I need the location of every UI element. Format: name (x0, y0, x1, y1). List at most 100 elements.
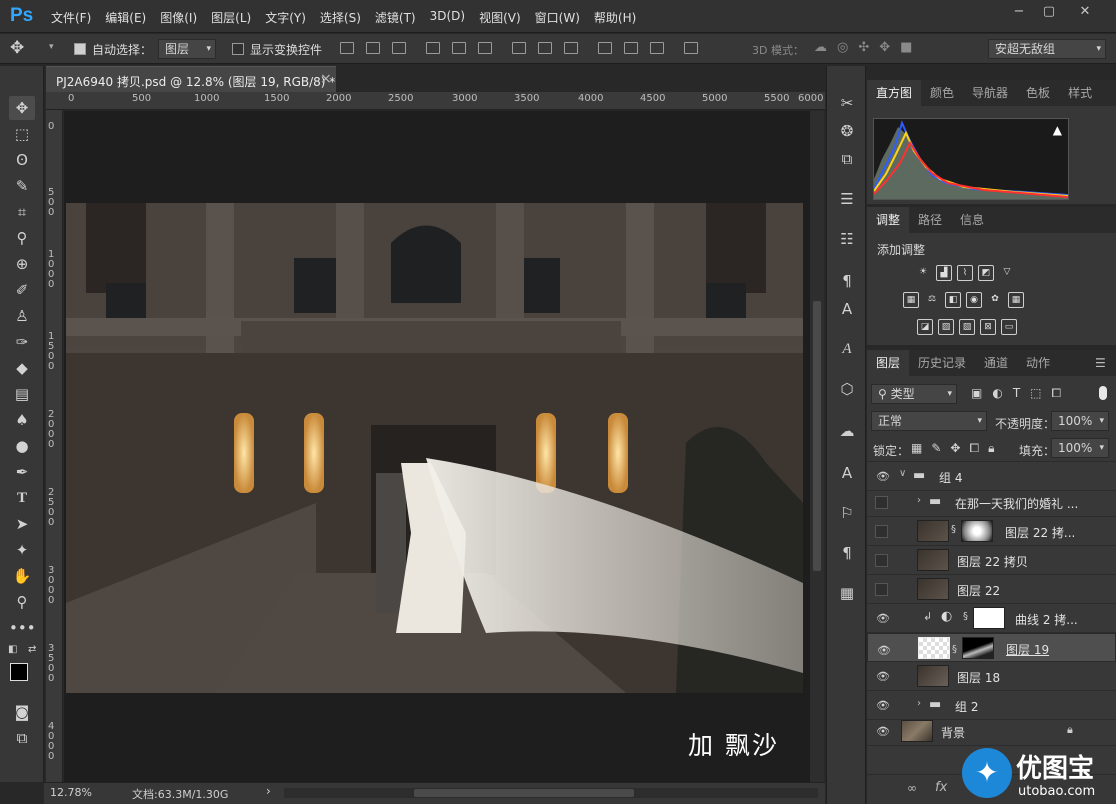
layer-row[interactable]: 👁︎ 图层 18 (867, 662, 1116, 691)
menu-filter[interactable]: 滤镜(T) (368, 9, 423, 26)
layer-style-icon[interactable]: fx (935, 780, 947, 795)
layer-row[interactable]: 👁︎ § 图层 19 (867, 633, 1116, 662)
layer-name[interactable]: 图层 19 (1006, 641, 1049, 659)
panel-menu-icon[interactable]: ☰ (1095, 356, 1106, 370)
layer-name[interactable]: 组 2 (955, 698, 978, 715)
tab-channels[interactable]: 通道 (975, 350, 1017, 376)
layer-row[interactable]: 👁︎ › ▬ 组 2 (867, 691, 1116, 720)
tab-actions[interactable]: 动作 (1017, 350, 1059, 376)
group-collapsed-icon[interactable]: › (917, 698, 921, 709)
photo-filter-icon[interactable]: ◉ (966, 292, 982, 308)
layer-row[interactable]: 👁︎ ↲ ◐ § 曲线 2 拷... (867, 604, 1116, 633)
tab-swatches[interactable]: 色板 (1017, 80, 1059, 106)
workspace-dropdown[interactable]: 安超无敌组 ▾ (988, 39, 1106, 59)
menu-3d[interactable]: 3D(D) (423, 9, 472, 26)
curves-icon[interactable]: ⌇ (957, 265, 973, 281)
layer-row[interactable]: 图层 22 拷贝 (867, 546, 1116, 575)
tool-preset-chevron-icon[interactable]: ▾ (49, 42, 54, 52)
auto-select-checkbox[interactable] (74, 43, 86, 55)
vibrance-icon[interactable]: ▽ (999, 265, 1015, 281)
timeline-icon[interactable]: ⚐ (836, 502, 858, 524)
eyedropper-tool-icon[interactable]: ⚲ (9, 226, 35, 250)
eye-icon[interactable]: 👁︎ (877, 642, 891, 660)
chain-link-icon[interactable]: § (951, 524, 956, 535)
close-tab-icon[interactable]: × (320, 71, 332, 87)
canvas-horizontal-scrollbar[interactable] (284, 788, 818, 798)
eye-icon[interactable]: 👁︎ (876, 670, 890, 683)
align-left-icon[interactable] (426, 42, 440, 54)
eraser-tool-icon[interactable]: ◆ (9, 356, 35, 380)
hidden-visibility-box[interactable] (875, 525, 888, 538)
filter-shape-icon[interactable]: ⬚ (1030, 386, 1041, 401)
layer-name[interactable]: 图层 22 拷贝 (957, 553, 1028, 570)
menu-file[interactable]: 文件(F) (44, 9, 98, 26)
threshold-icon[interactable]: ▧ (959, 319, 975, 335)
tab-styles[interactable]: 样式 (1059, 80, 1101, 106)
lock-all-icon[interactable]: 🔒︎ (988, 441, 994, 456)
clone-stamp-tool-icon[interactable]: ♙ (9, 304, 35, 328)
text-icon[interactable]: A (836, 462, 858, 484)
hidden-visibility-box[interactable] (875, 583, 888, 596)
blend-mode-dropdown[interactable]: 正常 ▾ (871, 411, 987, 431)
distribute-vcenter-icon[interactable] (538, 42, 552, 54)
default-colors-icon[interactable]: ◧ (8, 644, 17, 655)
link-layers-icon[interactable]: ∞ (907, 781, 917, 795)
tab-color[interactable]: 颜色 (921, 80, 963, 106)
quick-select-tool-icon[interactable]: ✎ (9, 174, 35, 198)
zoom-level[interactable]: 12.78% (50, 786, 92, 799)
layer-row[interactable]: § 图层 22 拷... (867, 517, 1116, 546)
3d-orbit-icon[interactable]: ☁ (814, 40, 827, 55)
3d-pan-icon[interactable]: ✣ (858, 40, 869, 55)
3d-roll-icon[interactable]: ◎ (837, 40, 848, 55)
warning-icon[interactable]: ▲ (1053, 123, 1062, 137)
canvas-vertical-scrollbar[interactable] (810, 111, 824, 782)
screen-mode-icon[interactable]: ⧉ (9, 726, 35, 750)
lock-position-icon[interactable]: ✥ (950, 441, 960, 456)
black-white-icon[interactable]: ◧ (945, 292, 961, 308)
crop-tool-icon[interactable]: ⌗ (9, 200, 35, 224)
tab-history[interactable]: 历史记录 (909, 350, 975, 376)
align-vcenter-icon[interactable] (366, 42, 380, 54)
tab-info[interactable]: 信息 (951, 207, 993, 233)
creative-cloud-icon[interactable]: ☁ (836, 420, 858, 442)
layer-mask-thumbnail[interactable] (962, 637, 994, 659)
lock-image-icon[interactable]: ✎ (931, 441, 941, 456)
show-transform-checkbox[interactable] (232, 43, 244, 55)
zoom-tool-icon[interactable]: ⚲ (9, 590, 35, 614)
tab-paths[interactable]: 路径 (909, 207, 951, 233)
color-balance-icon[interactable]: ⚖ (924, 292, 940, 308)
opacity-input[interactable]: 100% ▾ (1051, 411, 1109, 431)
eye-icon[interactable]: 👁︎ (876, 699, 890, 712)
path-select-tool-icon[interactable]: ➤ (9, 512, 35, 536)
brush-tool-icon[interactable]: ✐ (9, 278, 35, 302)
layer-name[interactable]: 曲线 2 拷... (1015, 611, 1078, 628)
align-right-icon[interactable] (478, 42, 492, 54)
edit-toolbar-icon[interactable]: ••• (9, 616, 36, 640)
horizontal-ruler[interactable]: 0 500 1000 1500 2000 2500 3000 3500 4000… (46, 92, 825, 110)
document-image[interactable] (66, 203, 803, 693)
filter-smart-icon[interactable]: ⧠ (1052, 386, 1062, 401)
layer-name[interactable]: 组 4 (939, 469, 962, 486)
blur-tool-icon[interactable]: ♠ (9, 408, 35, 432)
pen-tool-icon[interactable]: ✒ (9, 460, 35, 484)
3d-slide-icon[interactable]: ✥ (879, 40, 890, 55)
lock-artboard-icon[interactable]: ⧠ (969, 441, 979, 456)
color-lookup-icon[interactable]: ▦ (1008, 292, 1024, 308)
menu-select[interactable]: 选择(S) (313, 9, 368, 26)
brightness-icon[interactable]: ☀ (915, 265, 931, 281)
layer-row[interactable]: 👁︎ ∨ ▬ 组 4 (867, 462, 1116, 491)
type-tool-icon[interactable]: T (9, 486, 35, 510)
menu-image[interactable]: 图像(I) (153, 9, 204, 26)
hand-tool-icon[interactable]: ✋ (9, 564, 35, 588)
lasso-tool-icon[interactable]: ʘ (9, 148, 35, 172)
levels-icon[interactable]: ▟ (936, 265, 952, 281)
selective-color-icon[interactable]: ⊠ (980, 319, 996, 335)
3d-icon[interactable]: ⬡ (836, 378, 858, 400)
filter-type-icon[interactable]: T (1013, 386, 1020, 401)
healing-brush-tool-icon[interactable]: ⊕ (9, 252, 35, 276)
posterize-icon[interactable]: ▨ (938, 319, 954, 335)
paragraph-icon[interactable]: ¶ (836, 542, 858, 564)
eye-icon[interactable]: 👁︎ (876, 725, 890, 738)
tool-presets-icon[interactable]: ✂ (836, 92, 858, 114)
invert-icon[interactable]: ◪ (917, 319, 933, 335)
